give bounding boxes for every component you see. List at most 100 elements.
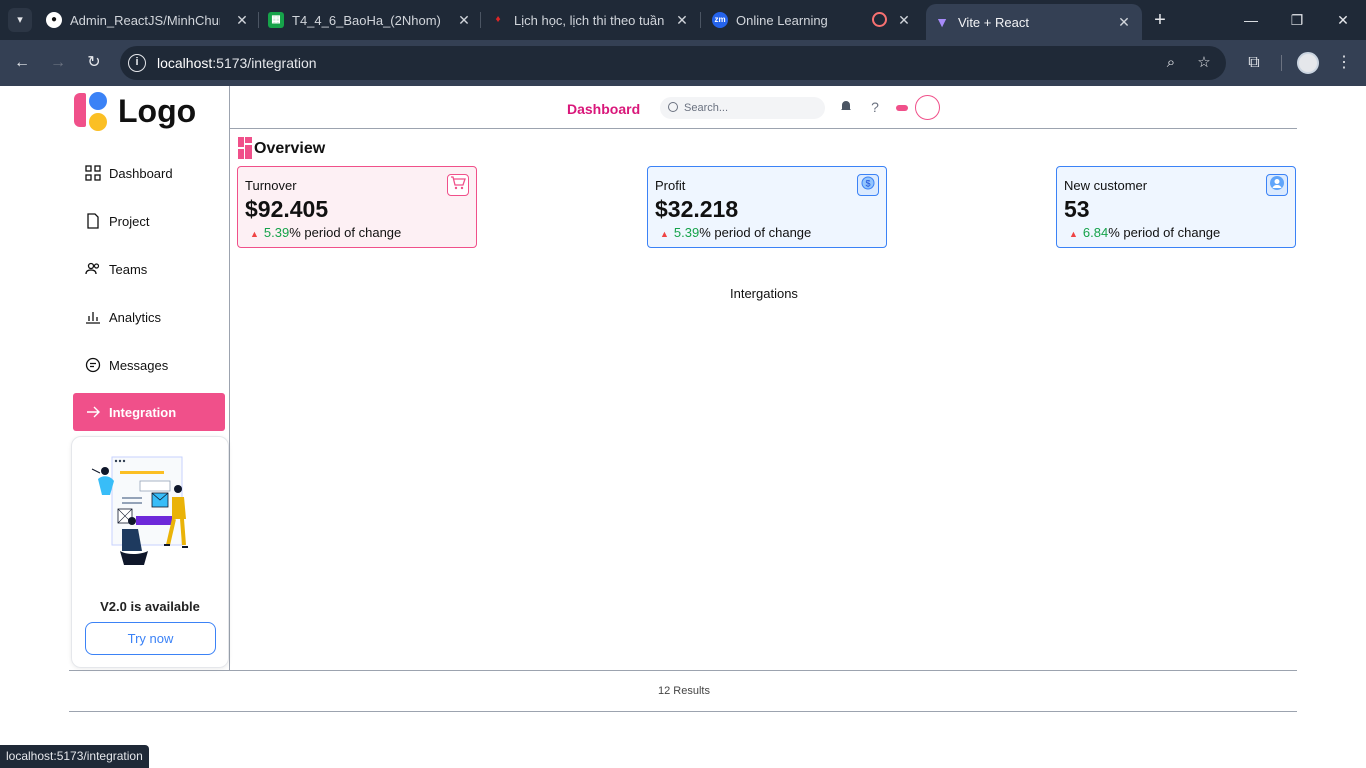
bell-shape xyxy=(841,101,851,111)
trend-up-icon: ▲ xyxy=(250,229,259,239)
change-percent: 5.39 xyxy=(263,225,290,240)
school-icon: ♦ xyxy=(495,14,501,25)
address-bar[interactable]: i localhost:5173/integration ⌕ ☆ xyxy=(120,46,1226,80)
site-info-icon[interactable]: i xyxy=(128,54,146,72)
new-tab-button[interactable]: + xyxy=(1150,10,1170,30)
promo-title: V2.0 is available xyxy=(100,599,200,614)
card-value: $92.405 xyxy=(245,196,329,222)
url-text: localhost:5173/integration xyxy=(157,55,317,71)
tab-separator xyxy=(258,12,259,28)
change-suffix: % period of change xyxy=(289,225,402,240)
tab-separator xyxy=(480,12,481,28)
search-icon xyxy=(668,102,678,112)
reload-icon[interactable]: ↻ xyxy=(83,52,105,74)
browser-tab-bar: ▾ ● Admin_ReactJS/MinhChung/ ✕ ▦ T4_4_6_… xyxy=(0,0,1366,40)
cart-icon[interactable] xyxy=(447,174,469,196)
restore-icon[interactable]: ❐ xyxy=(1287,10,1307,30)
close-icon[interactable]: ✕ xyxy=(234,12,250,28)
dollar-icon[interactable]: $ xyxy=(857,174,879,196)
stat-card-new-customer: New customer 53 ▲ 6.84% period of change xyxy=(1056,166,1296,248)
integrations-content: Intergations xyxy=(730,286,798,301)
sidebar-item-label: Project xyxy=(109,213,150,229)
status-pill xyxy=(896,105,908,111)
url-host: localhost xyxy=(157,55,213,71)
sidebar-item-label: Dashboard xyxy=(109,165,173,181)
bell-icon[interactable] xyxy=(838,99,854,115)
upgrade-promo-card: V2.0 is available Try now xyxy=(71,436,229,668)
tab-title: Online Learning xyxy=(736,12,828,28)
browser-tab-github[interactable]: ● Admin_ReactJS/MinhChung/ ✕ xyxy=(46,6,250,34)
logo-text: Logo xyxy=(118,93,197,129)
users-icon xyxy=(85,262,100,275)
sidebar-item-teams[interactable]: Teams xyxy=(73,250,225,288)
card-change: ▲ 6.84% period of change xyxy=(1069,225,1220,240)
bookmark-star-icon[interactable]: ☆ xyxy=(1195,54,1213,72)
sheets-icon: ▦ xyxy=(268,12,284,28)
help-icon[interactable]: ? xyxy=(867,99,883,115)
logo-shape xyxy=(89,113,107,131)
card-change: ▲ 5.39% period of change xyxy=(250,225,401,240)
close-window-icon[interactable]: ✕ xyxy=(1333,10,1353,30)
stat-card-turnover: Turnover $92.405 ▲ 5.39% period of change xyxy=(237,166,477,248)
page-title: Dashboard xyxy=(567,101,641,117)
close-icon[interactable]: ✕ xyxy=(456,12,472,28)
stat-card-profit: Profit $32.218 ▲ 5.39% period of change $ xyxy=(647,166,887,248)
divider xyxy=(69,711,1297,712)
browser-tab-online-learning[interactable]: zm Online Learning ✕ xyxy=(712,6,912,34)
link-status-tooltip: localhost:5173/integration xyxy=(0,745,149,768)
sidebar-item-label: Integration xyxy=(109,404,177,420)
plug-icon xyxy=(87,406,100,418)
zoom-magnifier-icon[interactable]: ⌕ xyxy=(1162,54,1180,72)
sidebar-item-integration[interactable]: Integration xyxy=(73,393,225,431)
tab-search-button[interactable]: ▾ xyxy=(8,8,32,32)
logo[interactable]: Logo xyxy=(74,91,214,131)
avatar[interactable] xyxy=(915,95,940,120)
sidebar-item-dashboard[interactable]: Dashboard xyxy=(73,154,225,192)
github-icon: ● xyxy=(46,12,62,28)
card-value: $32.218 xyxy=(655,196,739,222)
minimize-icon[interactable]: — xyxy=(1241,10,1261,30)
results-count: 12 Results xyxy=(658,685,710,697)
back-icon[interactable]: ← xyxy=(11,52,33,74)
search-input[interactable] xyxy=(684,100,814,116)
sidebar-item-analytics[interactable]: Analytics xyxy=(73,298,225,336)
message-icon xyxy=(85,357,101,373)
recording-icon xyxy=(872,12,887,27)
close-icon[interactable]: ✕ xyxy=(896,12,912,28)
menu-kebab-icon[interactable]: ⋮ xyxy=(1333,52,1355,74)
sidebar-item-messages[interactable]: Messages xyxy=(73,346,225,384)
search-box xyxy=(660,97,825,119)
card-change: ▲ 5.39% period of change xyxy=(660,225,811,240)
url-path: :5173/integration xyxy=(212,55,317,71)
vite-icon: ▼ xyxy=(935,14,949,30)
tab-separator xyxy=(700,12,701,28)
change-suffix: % period of change xyxy=(699,225,812,240)
close-icon[interactable]: ✕ xyxy=(1116,14,1132,30)
grid-icon xyxy=(85,165,101,181)
divider xyxy=(69,670,1297,671)
tab-title: Vite + React xyxy=(958,14,1029,30)
sidebar-item-label: Teams xyxy=(109,261,148,277)
browser-tab-sheets[interactable]: ▦ T4_4_6_BaoHa_(2Nhom) - Go ✕ xyxy=(268,6,472,34)
card-label: New customer xyxy=(1064,178,1148,193)
tab-title: Admin_ReactJS/MinhChung/ xyxy=(70,12,220,28)
tab-title: Lịch học, lịch thi theo tuần xyxy=(514,12,664,28)
sidebar: Logo Dashboard Project Teams Analytics M… xyxy=(69,86,230,670)
forward-icon[interactable]: → xyxy=(47,52,69,74)
browser-tab-vite-react[interactable]: ▼ Vite + React ✕ xyxy=(926,4,1142,40)
bar-chart-icon xyxy=(86,312,100,324)
sidebar-item-project[interactable]: Project xyxy=(73,202,225,240)
trend-up-icon: ▲ xyxy=(1069,229,1078,239)
app-page: Logo Dashboard Project Teams Analytics M… xyxy=(0,86,1366,768)
try-now-button[interactable]: Try now xyxy=(85,622,216,655)
file-icon xyxy=(87,213,99,229)
browser-tab-schedule[interactable]: ♦ Lịch học, lịch thi theo tuần ✕ xyxy=(490,6,690,34)
user-icon[interactable] xyxy=(1266,174,1288,196)
change-percent: 5.39 xyxy=(673,225,700,240)
profile-avatar[interactable] xyxy=(1297,52,1319,74)
extensions-icon[interactable]: ⧉ xyxy=(1243,52,1265,74)
close-icon[interactable]: ✕ xyxy=(674,12,690,28)
browser-toolbar: ← → ↻ i localhost:5173/integration ⌕ ☆ ⧉… xyxy=(0,40,1366,86)
overview-title: Overview xyxy=(254,140,326,157)
svg-text:$: $ xyxy=(865,179,870,189)
